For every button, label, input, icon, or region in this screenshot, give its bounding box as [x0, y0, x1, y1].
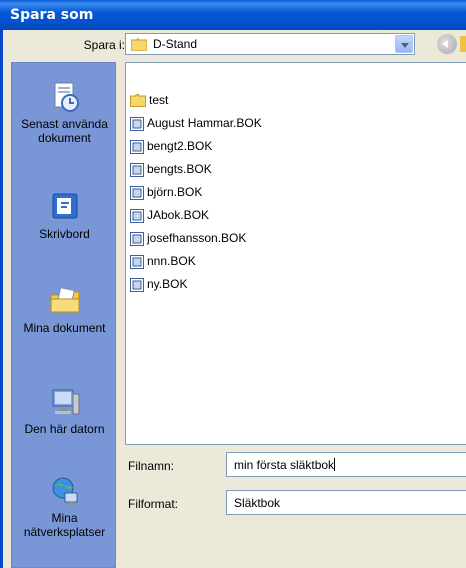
- document-icon: [130, 162, 144, 177]
- filename-value: min första släktbok: [234, 458, 335, 472]
- place-recent[interactable]: Senast använda dokument: [12, 81, 117, 145]
- document-icon: [130, 231, 144, 246]
- file-name: test: [149, 93, 169, 107]
- document-icon: [130, 116, 144, 131]
- fileformat-dropdown[interactable]: Släktbok: [226, 490, 466, 515]
- folder-icon: [130, 94, 146, 108]
- list-item[interactable]: JAbok.BOK: [130, 208, 209, 224]
- place-my-computer[interactable]: Den här datorn: [12, 386, 117, 436]
- place-label: Mina nätverksplatser: [23, 511, 106, 539]
- file-name: bengts.BOK: [147, 162, 212, 176]
- file-name: bengt2.BOK: [147, 139, 213, 153]
- document-icon: [130, 277, 144, 292]
- list-item[interactable]: ny.BOK: [130, 277, 187, 293]
- list-item[interactable]: August Hammar.BOK: [130, 116, 262, 132]
- place-label: Senast använda dokument: [21, 117, 108, 145]
- list-item[interactable]: josefhansson.BOK: [130, 231, 246, 247]
- title-bar: Spara som: [0, 0, 466, 30]
- file-name: nnn.BOK: [147, 254, 196, 268]
- folder-icon: [131, 38, 147, 51]
- document-icon: [130, 185, 144, 200]
- filename-label: Filnamn:: [128, 459, 175, 473]
- file-list[interactable]: test August Hammar.BOK bengt2.BOK bengts…: [125, 62, 466, 445]
- text-caret: [334, 458, 336, 471]
- desktop-icon: [52, 193, 77, 219]
- save-in-value: D-Stand: [153, 37, 198, 51]
- my-documents-icon: [50, 287, 79, 313]
- file-name: josefhansson.BOK: [147, 231, 247, 245]
- filename-input[interactable]: min första släktbok: [226, 452, 466, 477]
- file-name: JAbok.BOK: [147, 208, 210, 222]
- list-item[interactable]: bengts.BOK: [130, 162, 212, 178]
- list-item[interactable]: bengt2.BOK: [130, 139, 212, 155]
- document-icon: [130, 254, 144, 269]
- place-my-documents[interactable]: Mina dokument: [12, 285, 117, 335]
- my-computer-icon: [52, 389, 79, 415]
- fileformat-value: Släktbok: [234, 496, 281, 510]
- place-label: Skrivbord: [39, 227, 90, 241]
- fileformat-label: Filformat:: [128, 497, 179, 511]
- place-label: Den här datorn: [24, 422, 105, 436]
- list-item[interactable]: nnn.BOK: [130, 254, 196, 270]
- up-folder-icon[interactable]: [460, 36, 466, 52]
- network-places-icon: [52, 477, 77, 505]
- list-item[interactable]: test: [130, 93, 168, 109]
- chevron-down-icon[interactable]: [395, 35, 413, 53]
- list-item[interactable]: björn.BOK: [130, 185, 202, 201]
- recent-documents-icon: [54, 82, 79, 112]
- file-name: August Hammar.BOK: [147, 116, 262, 130]
- place-desktop[interactable]: Skrivbord: [12, 191, 117, 241]
- window-title: Spara som: [10, 7, 94, 23]
- places-bar: Senast använda dokument Skrivbord Mina d…: [11, 62, 116, 568]
- file-name: björn.BOK: [147, 185, 203, 199]
- document-icon: [130, 208, 144, 223]
- place-label: Mina dokument: [23, 321, 106, 335]
- place-network[interactable]: Mina nätverksplatser: [12, 475, 117, 539]
- back-arrow-icon[interactable]: [437, 34, 457, 54]
- file-name: ny.BOK: [147, 277, 188, 291]
- save-in-label: Spara i:: [83, 38, 125, 52]
- document-icon: [130, 139, 144, 154]
- save-in-dropdown[interactable]: D-Stand: [125, 33, 415, 55]
